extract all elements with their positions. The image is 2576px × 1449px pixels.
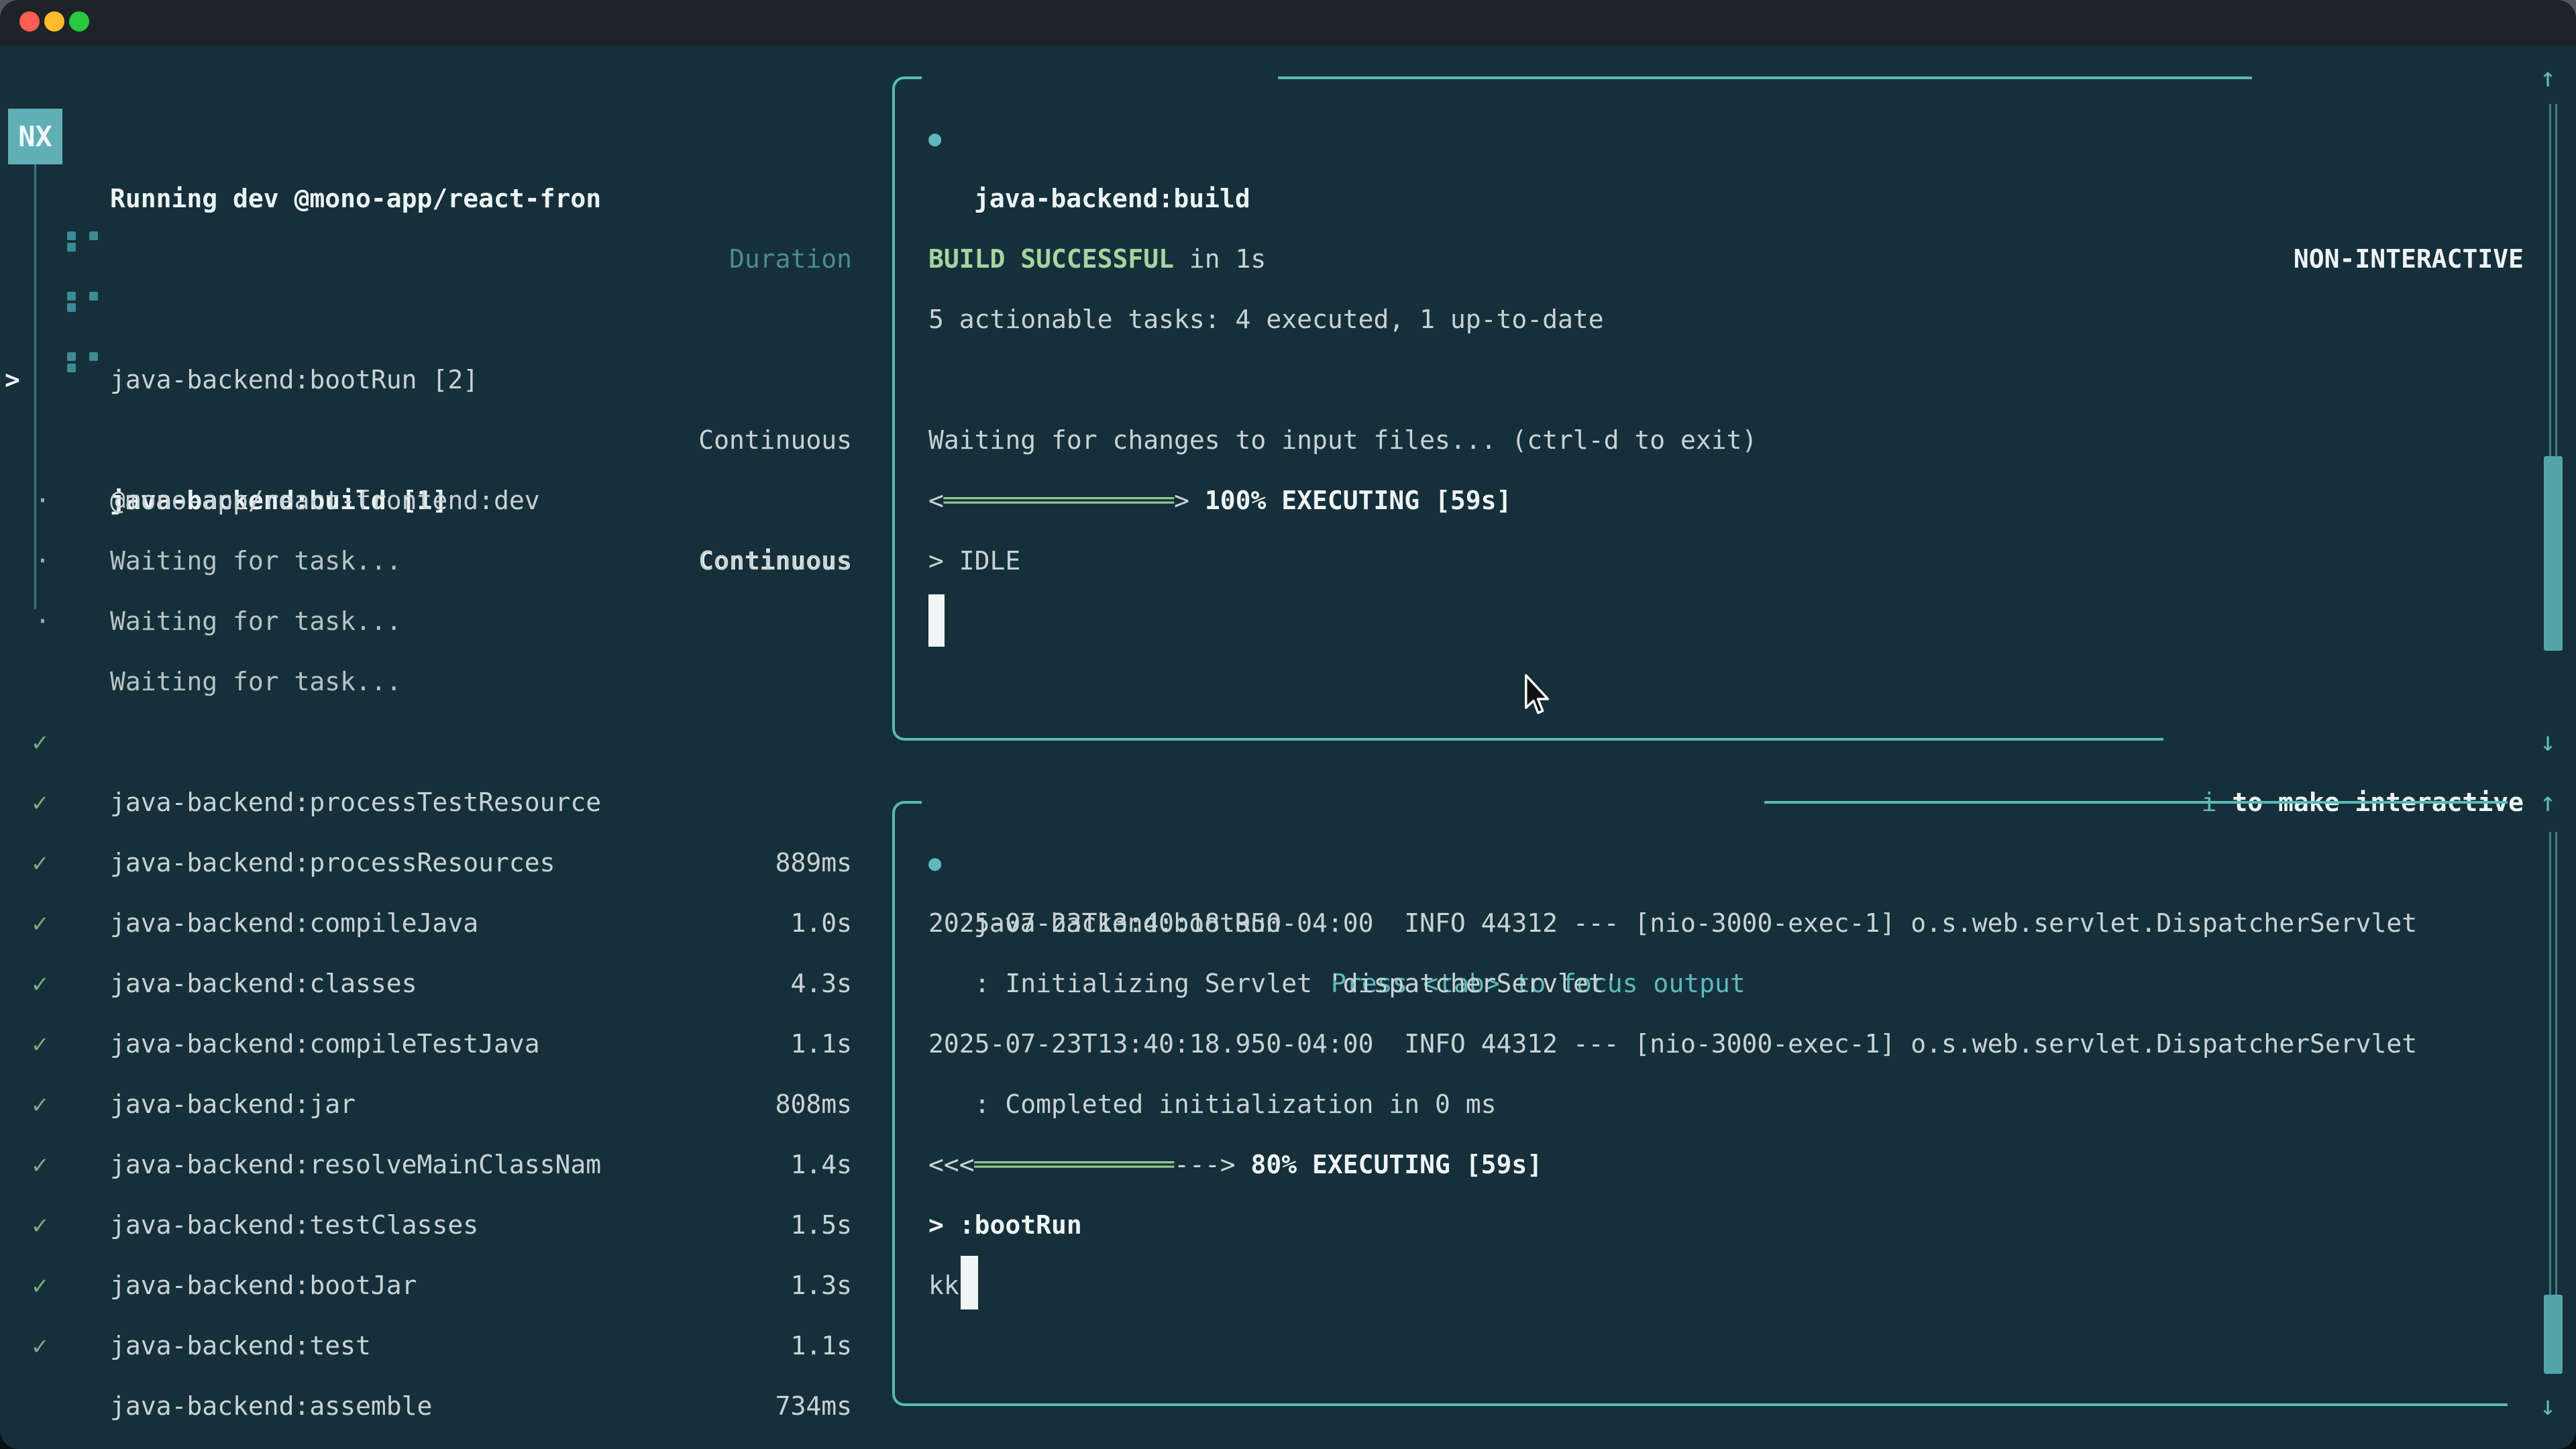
- panel-border: [892, 801, 922, 1406]
- maximize-button[interactable]: [69, 11, 89, 32]
- task-row-frontend-dev[interactable]: @mono-app/react-frontend:dev Continuous: [0, 350, 892, 410]
- gradle-progress-bar: <═══════════════> 100% EXECUTING [59s]: [928, 470, 1511, 531]
- task-dot-icon: ●: [928, 833, 941, 893]
- build-panel-title: java-backend:build: [974, 168, 1250, 229]
- log-line: : Completed initialization in 0 ms: [928, 1074, 1496, 1134]
- progress-left-cap: <<<: [928, 1150, 975, 1179]
- completed-task-row[interactable]: ✓ java-backend:processTestResource 889ms: [0, 651, 892, 712]
- waiting-task-row: · Waiting for task...: [0, 410, 892, 470]
- non-interactive-badge: NON-INTERACTIVE: [2294, 229, 2524, 289]
- task-duration: 774ms: [775, 1436, 852, 1449]
- completed-task-row[interactable]: ✓ java-backend:jar 1.4s: [0, 953, 892, 1014]
- completed-task-row[interactable]: ✓ java-backend:compileTestJava 808ms: [0, 893, 892, 953]
- scrollbar-track[interactable]: [2549, 104, 2557, 456]
- bootrun-prompt-line: > :bootRun: [928, 1195, 1082, 1255]
- progress-label: 80% EXECUTING [59s]: [1250, 1150, 1542, 1179]
- mouse-cursor-icon: [1521, 674, 1554, 716]
- check-icon: ✓: [32, 1316, 48, 1376]
- build-result-line: BUILD SUCCESSFUL in 1s: [928, 229, 1266, 289]
- page-prev-icon[interactable]: ←: [35, 1436, 50, 1449]
- interactive-hint: i to make interactive: [0, 712, 2576, 772]
- progress-left-cap: <: [928, 486, 944, 515]
- panel-border-bottom: [918, 1403, 2508, 1406]
- build-status: BUILD SUCCESSFUL: [928, 244, 1174, 274]
- close-button[interactable]: [19, 11, 40, 32]
- idle-line: > IDLE: [928, 531, 1020, 591]
- task-dot-icon: ●: [928, 108, 941, 168]
- gradle-progress-bar: <<<═════════════---> 80% EXECUTING [59s]: [928, 1134, 1542, 1195]
- completed-task-row[interactable]: ✓ java-backend:resolveMainClassNam 1.5s: [0, 1014, 892, 1074]
- terminal-cursor: [961, 1256, 978, 1309]
- task-list-header: Running dev @mono-app/react-fron Duratio…: [0, 108, 892, 168]
- completed-task-row[interactable]: ✓ java-backend:assemble 774ms: [0, 1255, 892, 1316]
- log-line: : Initializing Servlet 'dispatcherServle…: [928, 953, 1619, 1014]
- scroll-down-icon[interactable]: ↓: [2540, 1376, 2556, 1436]
- scrollbar-track[interactable]: [2549, 832, 2557, 1295]
- task-row-build-selected[interactable]: > java-backend:build [1] Continuous: [0, 289, 892, 350]
- sidebar-footer: ← 1/2 → quit: q help: ?: [0, 1376, 892, 1436]
- progress-right-cap: --->: [1174, 1150, 1236, 1179]
- completed-task-row[interactable]: ✓ java-backend:classes 1.1s: [0, 833, 892, 893]
- task-list-title: Running dev @mono-app/react-fron: [110, 168, 601, 229]
- build-status-time: in 1s: [1174, 244, 1266, 274]
- task-row-bootrun[interactable]: java-backend:bootRun [2] Continuous: [0, 229, 892, 289]
- log-line: 2025-07-23T13:40:18.950-04:00 INFO 44312…: [928, 893, 2417, 953]
- build-summary-line: 5 actionable tasks: 4 executed, 1 up-to-…: [928, 289, 1604, 350]
- scroll-up-icon[interactable]: ↑: [2540, 48, 2556, 108]
- terminal-cursor: [928, 594, 945, 647]
- log-line: 2025-07-23T13:40:18.950-04:00 INFO 44312…: [928, 1014, 2417, 1074]
- waiting-task-row: · Waiting for task...: [0, 470, 892, 531]
- title-bar: [0, 0, 2576, 46]
- spinner-icon: [67, 350, 107, 376]
- scrollbar-thumb[interactable]: [2544, 1295, 2563, 1374]
- waiting-label: Waiting for task...: [110, 591, 402, 651]
- waiting-task-row: · Waiting for task...: [0, 531, 892, 591]
- bullet-icon: ·: [35, 591, 50, 651]
- scroll-down-icon[interactable]: ↓: [2540, 712, 2556, 772]
- progress-label: 100% EXECUTING [59s]: [1205, 486, 1512, 515]
- completed-task-row[interactable]: ✓ java-backend:test 734ms: [0, 1195, 892, 1255]
- bootrun-panel-header: ● java-backend:bootRun Press <tab> to fo…: [0, 772, 2576, 833]
- completed-task-row[interactable]: ✓ java-backend:bootJar 1.1s: [0, 1134, 892, 1195]
- progress-fill: ═════════════: [975, 1150, 1174, 1179]
- task-name: java-backend:test: [110, 1316, 371, 1376]
- task-duration: 1.1s: [790, 1316, 852, 1376]
- stdin-input-line[interactable]: kk: [928, 1255, 959, 1316]
- completed-task-row[interactable]: ✓ java-backend:testClasses 1.3s: [0, 1074, 892, 1134]
- minimize-button[interactable]: [44, 11, 64, 32]
- build-panel-header: ● java-backend:build NON-INTERACTIVE: [0, 48, 2576, 108]
- panel-border: [892, 76, 922, 741]
- scrollbar-thumb[interactable]: [2544, 456, 2563, 651]
- progress-fill: ═══════════════: [944, 486, 1174, 515]
- spinner-icon: [67, 289, 107, 316]
- progress-right-cap: >: [1174, 486, 1189, 515]
- watch-status-line: Waiting for changes to input files... (c…: [928, 410, 1757, 470]
- terminal-window: NX Running dev @mono-app/react-fron Dura…: [0, 0, 2576, 1449]
- scroll-up-icon[interactable]: ↑: [2540, 772, 2556, 833]
